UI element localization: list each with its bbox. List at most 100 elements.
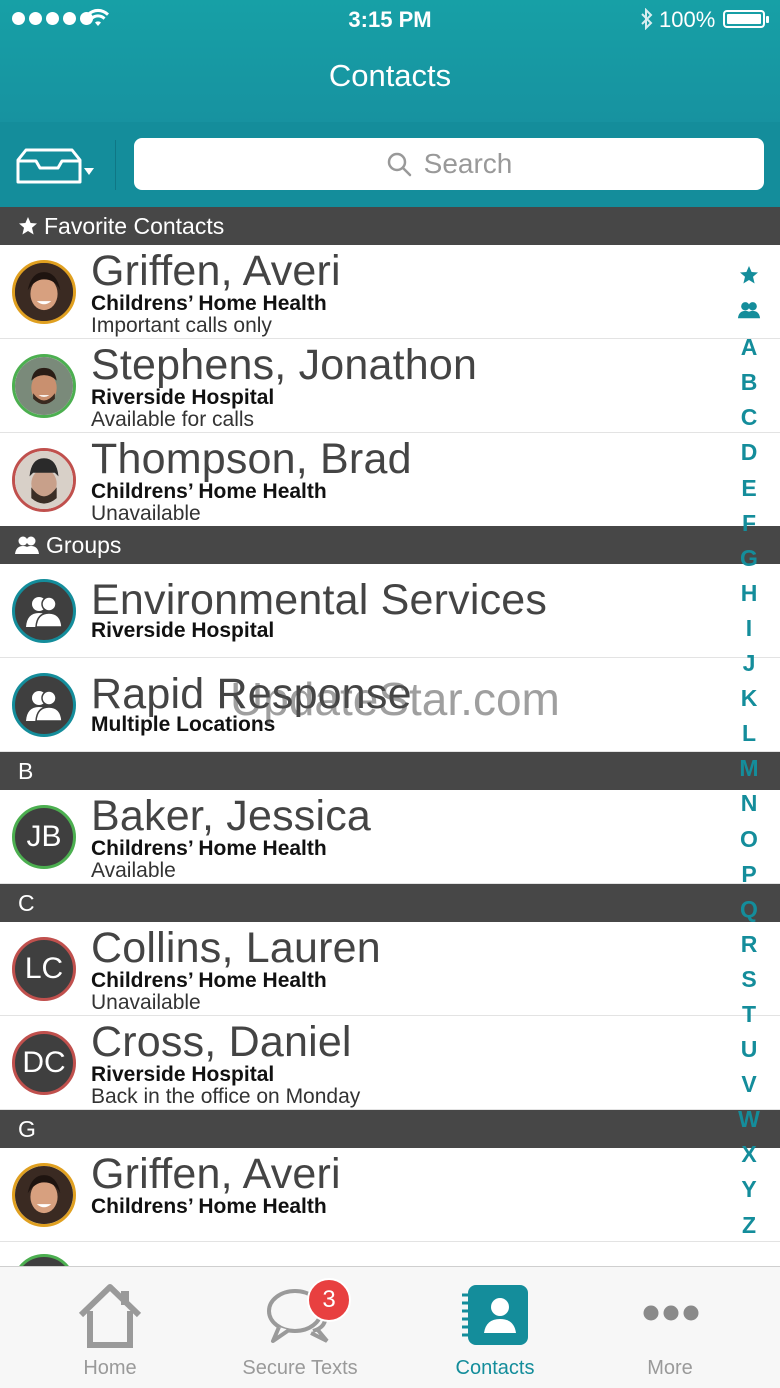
index-letter-j[interactable]: J bbox=[728, 646, 770, 681]
group-icon bbox=[15, 536, 39, 554]
tab-more[interactable]: More bbox=[610, 1267, 730, 1388]
section-header-g: G bbox=[0, 1110, 780, 1148]
tab-label: Home bbox=[83, 1357, 137, 1379]
group-icon bbox=[26, 690, 63, 722]
avatar bbox=[12, 579, 76, 643]
section-title: Favorite Contacts bbox=[44, 212, 225, 239]
contact-org: Childrens’ Home Health bbox=[91, 292, 327, 315]
contact-status: Important calls only bbox=[91, 314, 272, 337]
contact-row[interactable]: JB Baker, Jessica Childrens’ Home Health… bbox=[0, 790, 780, 884]
tab-contacts[interactable]: Contacts bbox=[430, 1267, 560, 1388]
index-letter-l[interactable]: L bbox=[728, 716, 770, 751]
group-row[interactable]: Environmental Services Riverside Hospita… bbox=[0, 564, 780, 658]
person-photo bbox=[15, 451, 73, 509]
index-letter-d[interactable]: D bbox=[728, 435, 770, 470]
index-letter-h[interactable]: H bbox=[728, 576, 770, 611]
contact-name: Stephens, Jonathon bbox=[91, 341, 478, 389]
avatar bbox=[12, 354, 76, 418]
contacts-book-icon bbox=[462, 1285, 528, 1345]
avatar: DC bbox=[12, 1031, 76, 1095]
contact-status: Unavailable bbox=[91, 991, 201, 1014]
avatar bbox=[12, 260, 76, 324]
index-letter-i[interactable]: I bbox=[728, 611, 770, 646]
person-photo bbox=[15, 263, 73, 321]
index-letter-s[interactable]: S bbox=[728, 962, 770, 997]
index-letter-z[interactable]: Z bbox=[728, 1208, 770, 1243]
contact-org: Riverside Hospital bbox=[91, 386, 275, 409]
index-letter-e[interactable]: E bbox=[728, 471, 770, 506]
search-placeholder: Search bbox=[423, 148, 513, 179]
index-letter-b[interactable]: B bbox=[728, 365, 770, 400]
section-header-groups: Groups bbox=[0, 526, 780, 564]
contact-name: Griffen, Averi bbox=[91, 1150, 341, 1198]
section-title: C bbox=[18, 889, 35, 916]
tab-label: Contacts bbox=[455, 1357, 535, 1379]
contact-status: Unavailable bbox=[91, 502, 201, 525]
index-letter-p[interactable]: P bbox=[728, 857, 770, 892]
section-header-b: B bbox=[0, 752, 780, 790]
section-title: B bbox=[18, 757, 34, 784]
index-letter-x[interactable]: X bbox=[728, 1137, 770, 1172]
search-icon bbox=[387, 152, 411, 177]
contact-row[interactable]: LC Collins, Lauren Childrens’ Home Healt… bbox=[0, 922, 780, 1016]
battery-icon bbox=[723, 10, 769, 28]
contact-org: Childrens’ Home Health bbox=[91, 1195, 327, 1218]
contact-row[interactable]: DC Cross, Daniel Riverside Hospital Back… bbox=[0, 1016, 780, 1110]
more-dots-icon bbox=[643, 1305, 699, 1321]
section-header-favorites: Favorite Contacts bbox=[0, 207, 780, 245]
index-letter-o[interactable]: O bbox=[728, 822, 770, 857]
index-letters: ABCDEFGHIJKLMNOPQRSTUVWXYZ bbox=[728, 330, 770, 1237]
alphabet-index[interactable]: ABCDEFGHIJKLMNOPQRSTUVWXYZ bbox=[728, 260, 770, 1238]
contact-org: Childrens’ Home Health bbox=[91, 837, 327, 860]
index-group-icon[interactable] bbox=[728, 295, 770, 330]
index-letter-q[interactable]: Q bbox=[728, 892, 770, 927]
watermark: UpdateStar.com bbox=[230, 673, 560, 725]
star-icon bbox=[19, 217, 37, 235]
tab-bar: Home 3 Secure Texts Contacts More bbox=[0, 1266, 780, 1388]
avatar bbox=[12, 448, 76, 512]
tab-home[interactable]: Home bbox=[40, 1267, 180, 1388]
contact-name: Cross, Daniel bbox=[91, 1018, 352, 1066]
search-input[interactable]: Search bbox=[134, 138, 764, 190]
page-title: Contacts bbox=[328, 58, 452, 93]
contact-name: Collins, Lauren bbox=[91, 924, 381, 972]
contact-row[interactable]: Thompson, Brad Childrens’ Home Health Un… bbox=[0, 433, 780, 527]
bluetooth-icon bbox=[641, 8, 653, 30]
contact-row[interactable]: Stephens, Jonathon Riverside Hospital Av… bbox=[0, 339, 780, 433]
index-letter-k[interactable]: K bbox=[728, 681, 770, 716]
index-letter-w[interactable]: W bbox=[728, 1102, 770, 1137]
index-letter-t[interactable]: T bbox=[728, 997, 770, 1032]
tab-secure-texts[interactable]: 3 Secure Texts bbox=[225, 1267, 375, 1388]
avatar bbox=[12, 673, 76, 737]
tab-label: Secure Texts bbox=[242, 1357, 358, 1379]
group-name: Environmental Services bbox=[91, 576, 548, 624]
contact-row[interactable]: Griffen, Averi Childrens’ Home Health bbox=[0, 1148, 780, 1242]
index-letter-v[interactable]: V bbox=[728, 1067, 770, 1102]
index-star-icon[interactable] bbox=[728, 260, 770, 295]
avatar: LC bbox=[12, 937, 76, 1001]
group-icon bbox=[26, 596, 63, 628]
avatar bbox=[12, 1163, 76, 1227]
index-letter-f[interactable]: F bbox=[728, 506, 770, 541]
index-letter-m[interactable]: M bbox=[728, 751, 770, 786]
section-title: G bbox=[18, 1115, 36, 1142]
unread-badge: 3 bbox=[307, 1278, 351, 1322]
index-letter-y[interactable]: Y bbox=[728, 1172, 770, 1207]
status-bar: 3:15 PM 100% bbox=[0, 0, 780, 40]
index-letter-n[interactable]: N bbox=[728, 786, 770, 821]
index-letter-u[interactable]: U bbox=[728, 1032, 770, 1067]
contact-org: Childrens’ Home Health bbox=[91, 969, 327, 992]
contact-status: Available bbox=[91, 859, 176, 882]
index-letter-g[interactable]: G bbox=[728, 541, 770, 576]
section-title: Groups bbox=[46, 531, 122, 558]
contact-row[interactable]: Griffen, Averi Childrens’ Home Health Im… bbox=[0, 245, 780, 339]
section-header-c: C bbox=[0, 884, 780, 922]
index-letter-r[interactable]: R bbox=[728, 927, 770, 962]
contact-name: Griffen, Averi bbox=[91, 247, 341, 295]
index-letter-c[interactable]: C bbox=[728, 400, 770, 435]
inbox-filter-icon[interactable] bbox=[14, 148, 96, 188]
home-icon bbox=[78, 1284, 142, 1348]
tab-label: More bbox=[647, 1357, 693, 1379]
index-letter-a[interactable]: A bbox=[728, 330, 770, 365]
contact-name: Baker, Jessica bbox=[91, 792, 372, 840]
